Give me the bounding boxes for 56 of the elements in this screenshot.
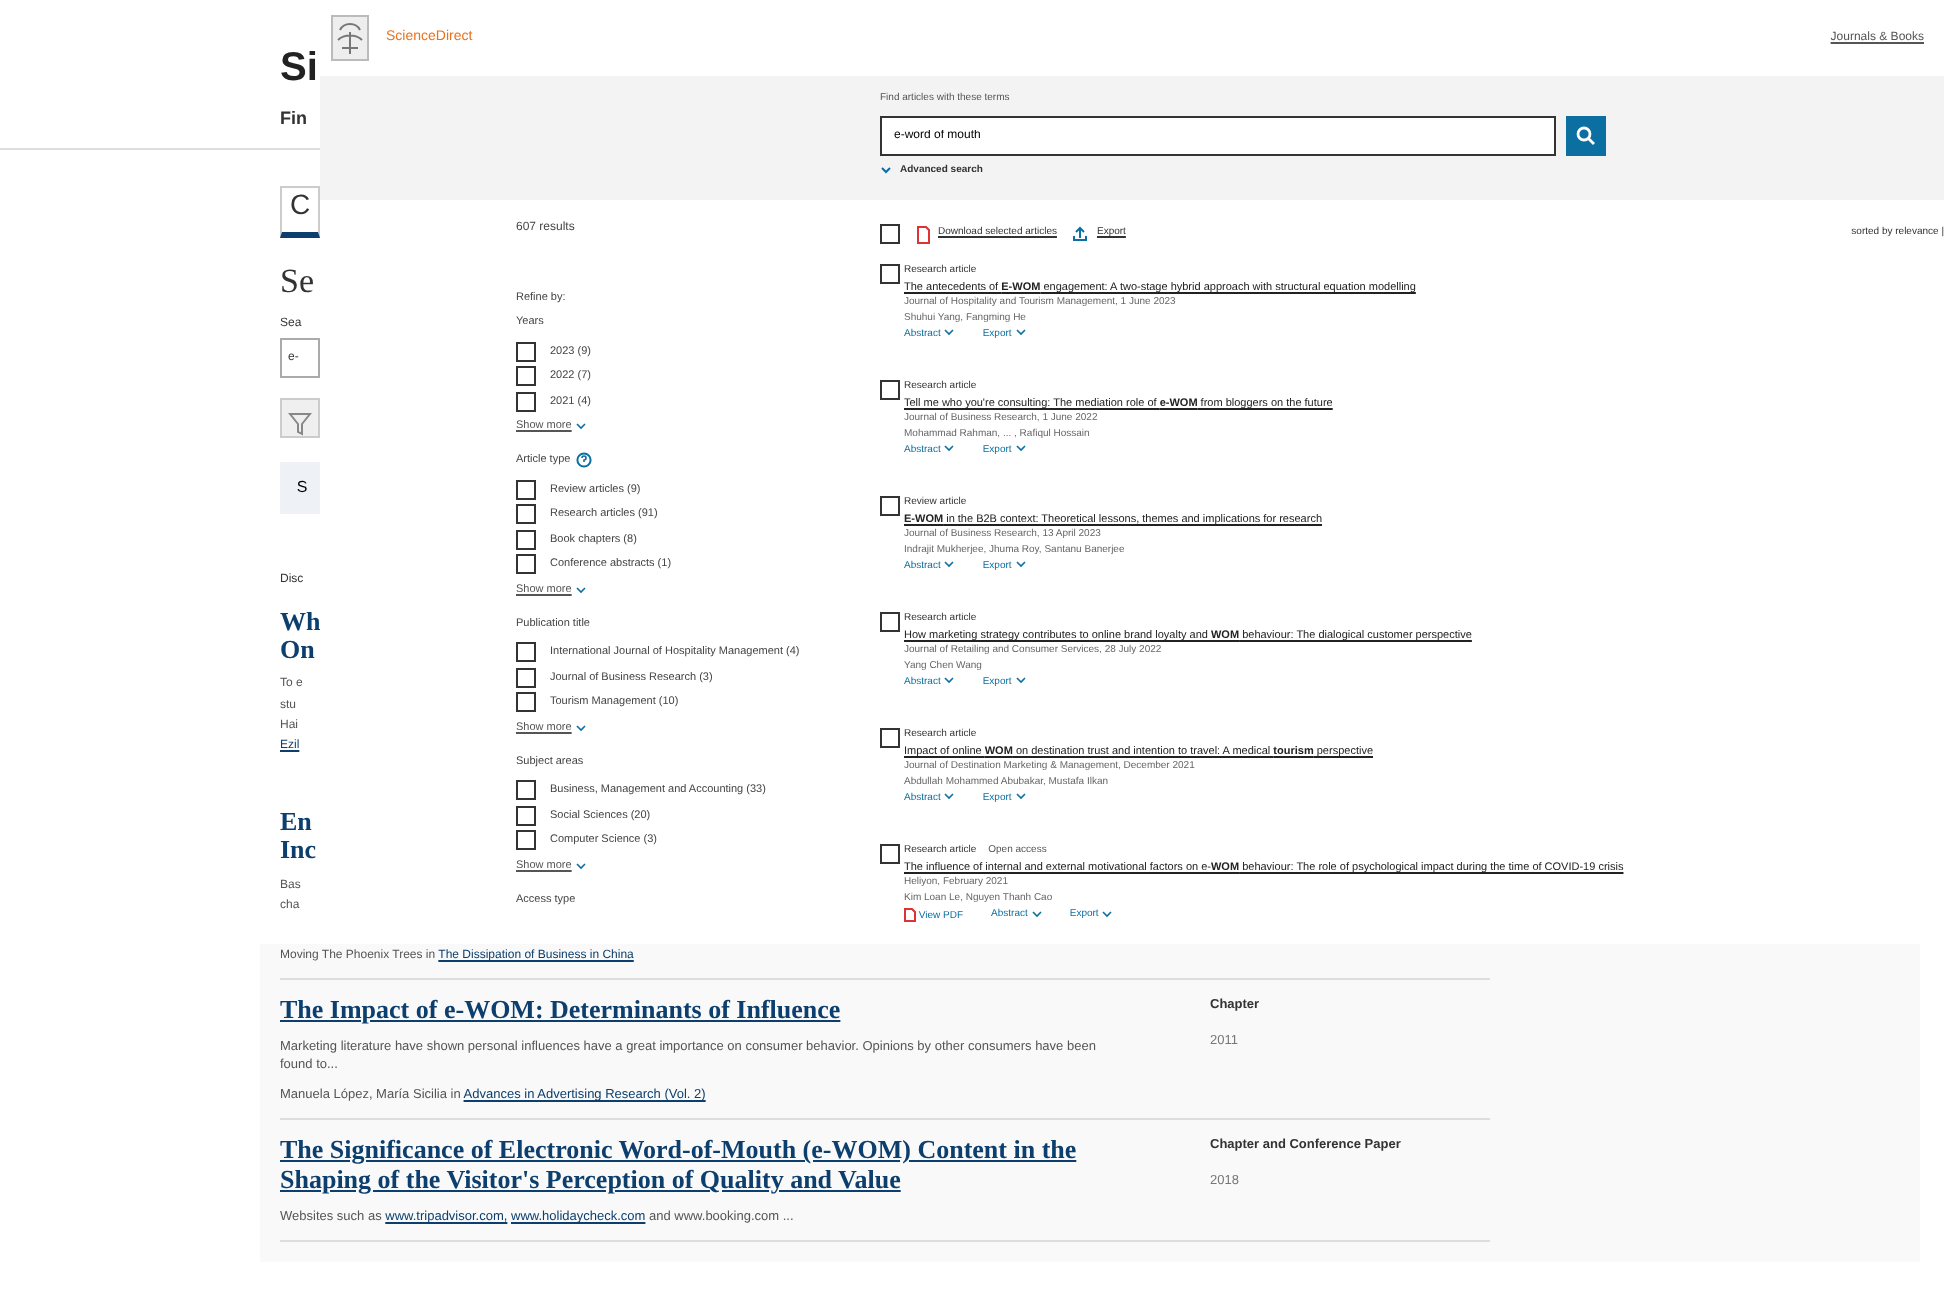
result-title-link[interactable]: On bbox=[280, 636, 315, 665]
chevron-icon bbox=[1015, 792, 1026, 801]
chevron-icon bbox=[1015, 560, 1026, 569]
checkbox[interactable] bbox=[516, 341, 536, 362]
pdf-icon bbox=[904, 907, 916, 922]
checkbox[interactable] bbox=[516, 780, 536, 801]
page-heading: Se bbox=[280, 262, 314, 303]
chevron-icon bbox=[1015, 444, 1026, 453]
funnel-icon bbox=[288, 412, 312, 437]
checkbox[interactable] bbox=[516, 642, 536, 663]
chevron-icon bbox=[1031, 909, 1042, 918]
result-title-link[interactable]: Inc bbox=[280, 836, 317, 866]
chevron-icon bbox=[944, 328, 955, 337]
logo-text[interactable]: Si bbox=[280, 0, 318, 96]
filter-button[interactable] bbox=[280, 397, 320, 438]
chevron-icon bbox=[944, 560, 955, 569]
checkbox[interactable] bbox=[516, 692, 536, 713]
checkbox[interactable] bbox=[516, 366, 536, 387]
upload-icon bbox=[1072, 226, 1089, 242]
checkbox[interactable] bbox=[516, 391, 536, 412]
checkbox[interactable] bbox=[516, 529, 536, 550]
chevron-icon bbox=[880, 164, 892, 177]
chevron-icon bbox=[1015, 328, 1026, 337]
chevron-icon bbox=[575, 723, 586, 732]
search-button[interactable] bbox=[1566, 115, 1606, 155]
result-title-link[interactable]: The Impact of e-WOM: Determinants of Influence bbox=[280, 996, 1120, 1027]
nav-link[interactable]: Fin bbox=[280, 96, 307, 130]
checkbox[interactable] bbox=[516, 504, 536, 525]
chevron-icon bbox=[575, 861, 586, 870]
pdf-icon bbox=[916, 225, 930, 243]
result-title-link[interactable]: Wh bbox=[280, 607, 321, 637]
checkbox[interactable] bbox=[880, 224, 900, 244]
chevron-icon bbox=[1015, 676, 1026, 685]
checkbox[interactable] bbox=[880, 264, 900, 284]
chevron-icon bbox=[944, 676, 955, 685]
checkbox[interactable] bbox=[880, 380, 900, 400]
checkbox[interactable] bbox=[516, 805, 536, 826]
checkbox[interactable] bbox=[516, 667, 536, 688]
checkbox[interactable] bbox=[880, 844, 900, 864]
help-icon[interactable] bbox=[576, 452, 593, 469]
result-title-link[interactable]: The Significance of Electronic Word-of-Mouth (e-WOM) Content in the Shaping of the Visitor's Perception of Quality and Value bbox=[280, 1136, 1120, 1197]
chevron-icon bbox=[575, 585, 586, 594]
checkbox[interactable] bbox=[880, 496, 900, 516]
result-title-link[interactable]: En bbox=[280, 808, 312, 837]
button[interactable]: S bbox=[280, 461, 324, 514]
checkbox[interactable] bbox=[880, 612, 900, 632]
search-icon bbox=[1576, 125, 1596, 145]
chevron-icon bbox=[944, 792, 955, 801]
checkbox[interactable] bbox=[880, 728, 900, 748]
chevron-icon bbox=[575, 422, 586, 431]
checkbox[interactable] bbox=[516, 554, 536, 575]
checkbox[interactable] bbox=[516, 830, 536, 851]
tree-logo-icon[interactable] bbox=[330, 14, 370, 62]
checkbox[interactable] bbox=[516, 479, 536, 500]
chevron-icon bbox=[1102, 909, 1113, 918]
chevron-icon bbox=[944, 444, 955, 453]
